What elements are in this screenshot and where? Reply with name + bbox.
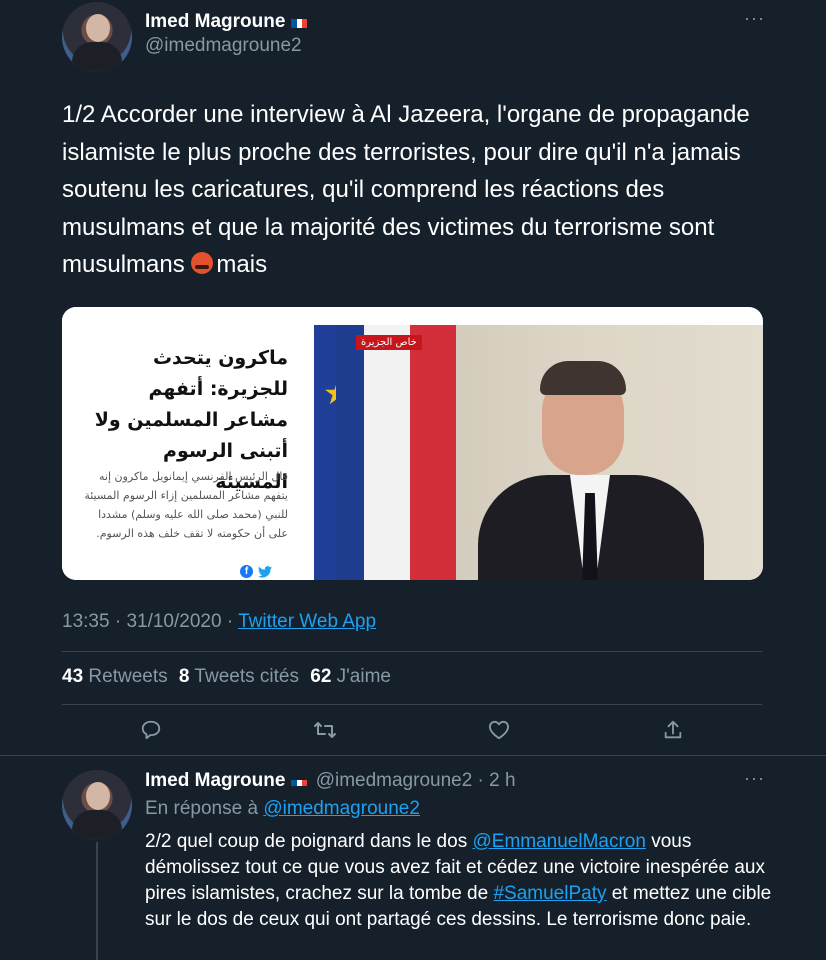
likes-count: 62 [310,666,332,687]
reply-header: Imed Magroune @imedmagroune2 · 2 h [145,770,516,791]
tweet-body: 1/2 Accorder une interview à Al Jazeera,… [62,101,750,278]
card-text-panel: ماكرون يتحدث للجزيرة: أتفهم مشاعر المسلم… [62,307,314,580]
retweet-icon [314,722,336,738]
likes-label: J'aime [336,666,391,687]
reply-author-avatar[interactable] [62,770,132,840]
person-hair [540,361,626,395]
reply-text: 2/2 quel coup de poignard dans le dos @E… [145,829,785,933]
in-reply-prefix: En réponse à [145,798,259,819]
reply-age[interactable]: 2 h [489,770,515,791]
tweet-source-link[interactable]: Twitter Web App [238,611,376,632]
quotes-label: Tweets cités [194,666,299,687]
in-reply-handle-link[interactable]: @imedmagroune2 [263,798,420,819]
facebook-icon[interactable]: f [240,565,253,578]
retweets-stat[interactable]: 43 Retweets [62,666,168,687]
more-options-icon[interactable]: ··· [744,8,765,29]
card-body: قال الرئيس الفرنسي إيمانويل ماكرون إنه ي… [84,470,288,540]
france-flag-icon [291,17,308,29]
reply-author-handle[interactable]: @imedmagroune2 [316,770,473,791]
author-avatar[interactable] [62,2,132,72]
france-flag-icon [291,775,308,787]
tweet-text: 1/2 Accorder une interview à Al Jazeera,… [62,96,782,284]
share-button[interactable] [653,710,693,750]
like-button[interactable] [479,710,519,750]
reply-icon [141,720,161,740]
card-photo: ★ خاص الجزيرة [314,325,763,580]
quotes-stat[interactable]: 8 Tweets cités [179,666,299,687]
retweets-label: Retweets [88,666,168,687]
eu-flag: ★ [314,325,352,580]
timestamp-row: 13:35 · 31/10/2020 · Twitter Web App [62,611,377,632]
mention-link[interactable]: @EmmanuelMacron [472,831,645,852]
twitter-icon[interactable] [258,565,272,580]
share-icon [664,720,682,739]
divider-bottom [0,755,826,756]
retweet-button[interactable] [305,710,345,750]
reply-text-part1: 2/2 quel coup de poignard dans le dos [145,831,468,852]
stats-row: 43 Retweets 8 Tweets cités 62 J'aime [62,666,391,688]
in-reply-to: En réponse à @imedmagroune2 [145,798,420,820]
cursing-face-emoji-icon [191,252,214,274]
tweet-date: 31/10/2020 [126,611,222,632]
reply-author-name[interactable]: Imed Magroune [145,770,285,791]
likes-stat[interactable]: 62 J'aime [310,666,391,687]
hashtag-link[interactable]: #SamuelPaty [493,883,606,904]
author-handle[interactable]: @imedmagroune2 [145,35,307,57]
retweets-count: 43 [62,666,84,687]
divider-mid [62,704,762,705]
quotes-count: 8 [178,666,190,687]
heart-icon [488,720,509,740]
tweet-tail: mais [216,251,268,278]
author-info: Imed Magroune @imedmagroune2 [145,11,308,57]
reply-button[interactable] [131,710,171,750]
french-flag [336,325,456,580]
badge-al-jazeera: خاص الجزيرة [356,335,422,350]
divider-top [62,651,762,652]
thread-line [96,842,98,960]
article-card[interactable]: ماكرون يتحدث للجزيرة: أتفهم مشاعر المسلم… [62,307,763,580]
author-name[interactable]: Imed Magroune [145,11,285,32]
reply-more-options-icon[interactable]: ··· [744,768,765,789]
tweet-time: 13:35 [62,611,110,632]
